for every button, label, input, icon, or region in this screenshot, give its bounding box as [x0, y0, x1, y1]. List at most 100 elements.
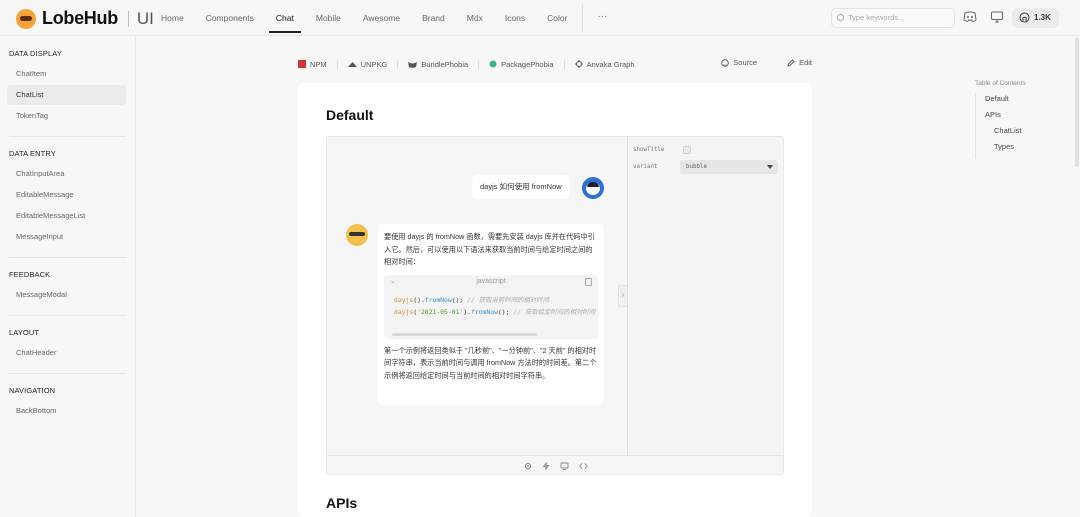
- settings-icon[interactable]: [524, 462, 532, 470]
- toc-item-default[interactable]: Default: [975, 91, 1055, 107]
- main-nav: Home Components Chat Mobile Awesome Bran…: [150, 0, 617, 36]
- bundlephobia-label: BundlePhobia: [421, 59, 469, 69]
- sidebar-item-editablemessagelist[interactable]: EditableMessageList: [0, 206, 125, 226]
- toc-item-apis[interactable]: APIs: [975, 107, 1055, 123]
- nav-mdx[interactable]: Mdx: [456, 0, 494, 36]
- npm-link[interactable]: NPM: [298, 60, 327, 69]
- assistant-avatar: [346, 224, 368, 246]
- sidebar-item-chatheader[interactable]: ChatHeader: [0, 343, 125, 363]
- variant-select[interactable]: bubble: [680, 160, 778, 174]
- edit-link[interactable]: Edit: [787, 58, 812, 67]
- control-label-showtitle: showTitle: [633, 147, 665, 153]
- code-icon[interactable]: [579, 462, 588, 470]
- code-scrollbar[interactable]: [392, 332, 537, 336]
- nav-more-button[interactable]: ···: [587, 0, 617, 36]
- sidebar-item-messageinput[interactable]: MessageInput: [0, 227, 125, 247]
- sidebar-group-navigation: NAVIGATION: [9, 386, 56, 395]
- brand-name: LobeHub: [42, 8, 118, 28]
- code-comment: // 获取当前时间的相对时间: [467, 295, 549, 304]
- demo-preview: dayjs 如何使用 fromNow 要使用 dayjs 的 fromNow 函…: [326, 136, 784, 475]
- theme-switch-icon[interactable]: [990, 11, 1004, 23]
- sidebar-item-chatinputarea[interactable]: ChatInputArea: [0, 164, 125, 184]
- chevron-down-icon[interactable]: ⌄: [390, 275, 396, 289]
- nav-divider: [582, 4, 584, 32]
- bundlephobia-link[interactable]: BundlePhobia: [408, 60, 468, 69]
- anvaka-graph-link[interactable]: Anvaka Graph: [574, 60, 635, 69]
- link-divider: [397, 59, 399, 69]
- sidebar-group-data-entry: DATA ENTRY: [9, 149, 56, 158]
- sidebar-item-backbottom[interactable]: BackBottom: [0, 401, 125, 421]
- assistant-message-intro: 要使用 dayjs 的 fromNow 函数，需要先安装 dayjs 库并在代码…: [384, 232, 595, 266]
- assistant-message-outro: 第一个示例将返回类似于 "几秒前"、"一分钟前"、"2 天前" 的相对时间字符串…: [384, 345, 597, 380]
- toc-title: Table of Contents: [975, 80, 1026, 87]
- code-body: dayjs().fromNow(); // 获取当前时间的相对时间 dayjs(…: [384, 289, 598, 318]
- nav-awesome[interactable]: Awesome: [352, 0, 411, 36]
- link-divider: [478, 59, 480, 69]
- toc-item-chatlist[interactable]: ChatList: [975, 123, 1055, 139]
- preview-icon[interactable]: [560, 462, 569, 470]
- section-heading-apis: APIs: [326, 495, 358, 511]
- github-stars-count: 1.3K: [1034, 13, 1051, 22]
- sidebar-group-feedback: FEEDBACK: [9, 270, 51, 279]
- sidebar-divider: [9, 315, 126, 316]
- search-icon: [837, 14, 844, 21]
- sidebar-item-editablemessage[interactable]: EditableMessage: [0, 185, 125, 205]
- sidebar-divider: [9, 257, 126, 258]
- edit-label: Edit: [799, 58, 812, 67]
- sidebar-item-tokentag[interactable]: TokenTag: [0, 106, 125, 126]
- unpkg-icon: [347, 61, 357, 67]
- nav-chat[interactable]: Chat: [265, 0, 305, 36]
- code-string: '2021-05-01': [417, 307, 464, 316]
- code-block: ⌄ javascript dayjs().fromNow(); // 获取当前时…: [384, 274, 598, 339]
- code-method: fromNow: [470, 307, 498, 316]
- toc-item-types[interactable]: Types: [975, 139, 1055, 155]
- sidebar-group-data-display: DATA DISPLAY: [9, 49, 62, 58]
- nav-icons[interactable]: Icons: [494, 0, 536, 36]
- unpkg-link[interactable]: UNPKG: [347, 59, 388, 69]
- github-stars-button[interactable]: 1.3K: [1012, 8, 1059, 28]
- code-fn: dayjs: [394, 295, 414, 304]
- page-scrollbar[interactable]: [1075, 37, 1079, 167]
- nav-color[interactable]: Color: [536, 0, 578, 36]
- toc-rail: [975, 93, 976, 159]
- user-avatar: [582, 177, 604, 199]
- nav-mobile[interactable]: Mobile: [305, 0, 352, 36]
- packagephobia-link[interactable]: PackagePhobia: [489, 60, 554, 69]
- copy-icon[interactable]: [585, 277, 592, 286]
- assistant-message-bubble: 要使用 dayjs 的 fromNow 函数，需要先安装 dayjs 库并在代码…: [378, 224, 604, 405]
- panel-toggle-button[interactable]: ›: [618, 285, 627, 307]
- sidebar-divider: [9, 373, 126, 374]
- user-message-bubble: dayjs 如何使用 fromNow: [472, 175, 570, 199]
- link-divider: [563, 59, 565, 69]
- props-panel: showTitle variant bubble: [627, 137, 783, 455]
- link-divider: [336, 59, 338, 69]
- sidebar-item-chatlist[interactable]: ChatList: [7, 85, 126, 105]
- unpkg-label: UNPKG: [360, 59, 388, 69]
- demo-toolbar: [327, 455, 783, 474]
- search-input[interactable]: Type keywords...: [831, 8, 955, 28]
- github-icon: [721, 58, 730, 67]
- github-icon: [1019, 12, 1030, 23]
- control-label-variant: variant: [633, 164, 658, 170]
- showtitle-checkbox[interactable]: [683, 146, 691, 154]
- bundlephobia-icon: [408, 61, 418, 68]
- top-navbar: LobeHub UI Home Components Chat Mobile A…: [0, 0, 1080, 36]
- sidebar: DATA DISPLAY ChatItem ChatList TokenTag …: [0, 37, 136, 517]
- caret-down-icon: [767, 165, 773, 169]
- nav-components[interactable]: Components: [195, 0, 265, 36]
- code-language: javascript: [476, 277, 506, 285]
- variant-value: bubble: [686, 164, 707, 170]
- code-block-header: ⌄ javascript: [384, 275, 598, 289]
- brand-logo[interactable]: LobeHub UI: [16, 8, 154, 29]
- nav-home[interactable]: Home: [150, 0, 195, 36]
- sidebar-item-chatitem[interactable]: ChatItem: [0, 64, 125, 84]
- doc-links-right: Source Edit: [721, 58, 812, 67]
- discord-icon[interactable]: [963, 11, 977, 23]
- lightning-icon[interactable]: [542, 461, 550, 470]
- source-link[interactable]: Source: [721, 58, 757, 67]
- sidebar-item-messagemodal[interactable]: MessageModal: [0, 285, 125, 305]
- section-heading-default: Default: [326, 107, 374, 123]
- anvaka-graph-icon: [574, 60, 583, 68]
- nav-brand[interactable]: Brand: [411, 0, 456, 36]
- sidebar-divider: [9, 136, 126, 137]
